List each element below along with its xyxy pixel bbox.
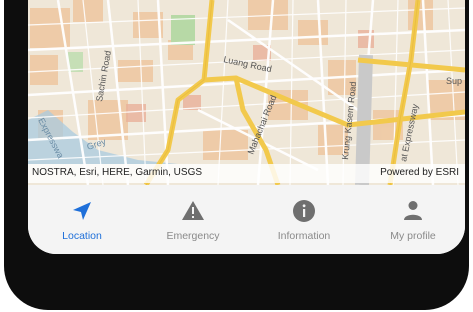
map-view[interactable]: Luang Road Sachin Road Mahachai Road Kru… [28, 0, 465, 185]
warning-triangle-icon [181, 199, 205, 223]
tab-location[interactable]: Location [32, 185, 132, 254]
map-attribution-powered[interactable]: Powered by ESRI [380, 167, 459, 178]
tab-information-label: Information [277, 230, 331, 242]
phone-frame: Luang Road Sachin Road Mahachai Road Kru… [4, 0, 469, 310]
app-screen: Luang Road Sachin Road Mahachai Road Kru… [28, 0, 465, 254]
tab-my-profile[interactable]: My profile [363, 185, 463, 254]
tab-location-label: Location [62, 230, 102, 242]
navigation-arrow-icon [70, 199, 94, 223]
tab-information[interactable]: Information [254, 185, 354, 254]
person-icon [401, 199, 425, 223]
map-attribution-sources: NOSTRA, Esri, HERE, Garmin, USGS [32, 167, 203, 178]
info-circle-icon [292, 199, 316, 223]
tab-my-profile-label: My profile [390, 230, 436, 242]
tab-emergency-label: Emergency [166, 230, 220, 242]
tab-emergency[interactable]: Emergency [143, 185, 243, 254]
map-attribution-bar: NOSTRA, Esri, HERE, Garmin, USGS Powered… [28, 164, 465, 183]
bottom-tab-bar: Location Emergency Information My profil… [28, 185, 465, 254]
map-canvas[interactable]: Luang Road Sachin Road Mahachai Road Kru… [28, 0, 465, 185]
road-label-sup: Sup [446, 76, 462, 86]
